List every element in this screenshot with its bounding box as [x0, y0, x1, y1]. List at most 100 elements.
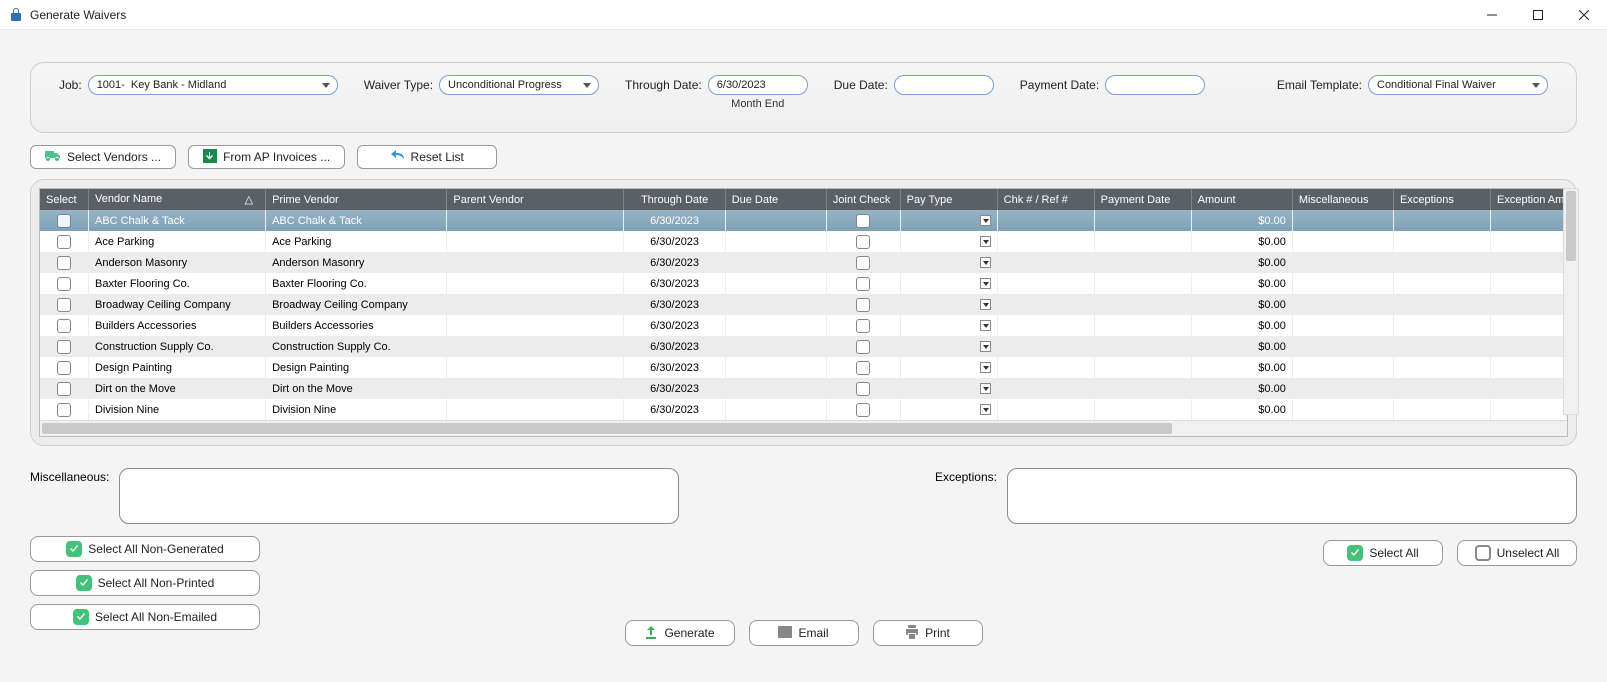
- cell-chk-ref: [997, 336, 1094, 357]
- due-date-input[interactable]: [894, 75, 994, 95]
- joint-check-checkbox[interactable]: [856, 214, 870, 228]
- payment-date-input[interactable]: [1105, 75, 1205, 95]
- joint-check-checkbox[interactable]: [856, 403, 870, 417]
- col-payment-date[interactable]: Payment Date: [1094, 189, 1191, 210]
- cell-payment-date: [1094, 357, 1191, 378]
- table-row[interactable]: Anderson MasonryAnderson Masonry6/30/202…: [40, 252, 1567, 273]
- cell-exception-am: [1491, 399, 1567, 420]
- cell-exceptions: [1394, 315, 1491, 336]
- printer-icon: [905, 625, 919, 642]
- row-select-checkbox[interactable]: [57, 319, 71, 333]
- joint-check-checkbox[interactable]: [856, 256, 870, 270]
- row-select-checkbox[interactable]: [57, 256, 71, 270]
- email-template-select[interactable]: [1368, 75, 1548, 95]
- minimize-button[interactable]: [1469, 0, 1515, 30]
- pay-type-dropdown[interactable]: [980, 236, 991, 247]
- cell-prime-vendor: Broadway Ceiling Company: [266, 294, 447, 315]
- joint-check-checkbox[interactable]: [856, 298, 870, 312]
- col-exception-am[interactable]: Exception Am: [1491, 189, 1567, 210]
- cell-parent-vendor: [447, 294, 624, 315]
- table-row[interactable]: Dirt on the MoveDirt on the Move6/30/202…: [40, 378, 1567, 399]
- joint-check-checkbox[interactable]: [856, 361, 870, 375]
- row-select-checkbox[interactable]: [57, 361, 71, 375]
- select-all-non-generated-button[interactable]: Select All Non-Generated: [30, 536, 260, 562]
- table-row[interactable]: Division NineDivision Nine6/30/2023$0.00: [40, 399, 1567, 420]
- select-all-non-printed-button[interactable]: Select All Non-Printed: [30, 570, 260, 596]
- joint-check-checkbox[interactable]: [856, 235, 870, 249]
- row-select-checkbox[interactable]: [57, 340, 71, 354]
- reset-list-button[interactable]: Reset List: [357, 145, 497, 169]
- vertical-scrollbar[interactable]: [1563, 188, 1579, 415]
- horizontal-scrollbar[interactable]: [40, 420, 1567, 436]
- truck-icon: [45, 149, 61, 166]
- row-select-checkbox[interactable]: [57, 235, 71, 249]
- row-select-checkbox[interactable]: [57, 298, 71, 312]
- generate-button[interactable]: Generate: [625, 620, 735, 646]
- grid[interactable]: Select Vendor Name△ Prime Vendor Parent …: [39, 188, 1568, 437]
- joint-check-checkbox[interactable]: [856, 382, 870, 396]
- pay-type-dropdown[interactable]: [980, 299, 991, 310]
- table-row[interactable]: Ace ParkingAce Parking6/30/2023$0.00: [40, 231, 1567, 252]
- cell-amount: $0.00: [1191, 252, 1292, 273]
- pay-type-dropdown[interactable]: [980, 257, 991, 268]
- table-row[interactable]: ABC Chalk & TackABC Chalk & Tack6/30/202…: [40, 210, 1567, 231]
- cell-parent-vendor: [447, 273, 624, 294]
- col-due-date[interactable]: Due Date: [725, 189, 826, 210]
- row-select-checkbox[interactable]: [57, 403, 71, 417]
- email-button[interactable]: Email: [749, 620, 859, 646]
- cell-due-date: [725, 378, 826, 399]
- grid-header-row[interactable]: Select Vendor Name△ Prime Vendor Parent …: [40, 189, 1567, 210]
- joint-check-checkbox[interactable]: [856, 277, 870, 291]
- col-miscellaneous[interactable]: Miscellaneous: [1292, 189, 1393, 210]
- cell-exceptions: [1394, 357, 1491, 378]
- col-through-date[interactable]: Through Date: [624, 189, 725, 210]
- table-row[interactable]: Builders AccessoriesBuilders Accessories…: [40, 315, 1567, 336]
- select-all-button[interactable]: Select All: [1323, 540, 1443, 566]
- misc-textarea[interactable]: [119, 468, 679, 524]
- pay-type-dropdown[interactable]: [980, 383, 991, 394]
- cell-through-date: 6/30/2023: [624, 210, 725, 231]
- table-row[interactable]: Construction Supply Co.Construction Supp…: [40, 336, 1567, 357]
- col-vendor-name[interactable]: Vendor Name△: [88, 189, 265, 210]
- maximize-button[interactable]: [1515, 0, 1561, 30]
- col-chk-ref[interactable]: Chk # / Ref #: [997, 189, 1094, 210]
- col-pay-type[interactable]: Pay Type: [900, 189, 997, 210]
- col-select[interactable]: Select: [40, 189, 88, 210]
- pay-type-dropdown[interactable]: [980, 278, 991, 289]
- cell-exception-am: [1491, 336, 1567, 357]
- table-row[interactable]: Broadway Ceiling CompanyBroadway Ceiling…: [40, 294, 1567, 315]
- table-row[interactable]: Baxter Flooring Co.Baxter Flooring Co.6/…: [40, 273, 1567, 294]
- row-select-checkbox[interactable]: [57, 277, 71, 291]
- job-label: Job:: [59, 75, 82, 92]
- due-date-group: Due Date:: [834, 75, 994, 95]
- col-prime-vendor[interactable]: Prime Vendor: [266, 189, 447, 210]
- close-button[interactable]: [1561, 0, 1607, 30]
- from-ap-invoices-button[interactable]: From AP Invoices ...: [188, 145, 345, 169]
- col-amount[interactable]: Amount: [1191, 189, 1292, 210]
- joint-check-checkbox[interactable]: [856, 319, 870, 333]
- col-parent-vendor[interactable]: Parent Vendor: [447, 189, 624, 210]
- select-all-non-emailed-button[interactable]: Select All Non-Emailed: [30, 604, 260, 630]
- row-select-checkbox[interactable]: [57, 214, 71, 228]
- pay-type-dropdown[interactable]: [980, 362, 991, 373]
- through-date-input[interactable]: [708, 75, 808, 95]
- waiver-type-select[interactable]: [439, 75, 599, 95]
- pay-type-dropdown[interactable]: [980, 341, 991, 352]
- job-select[interactable]: [88, 75, 338, 95]
- exceptions-textarea[interactable]: [1007, 468, 1577, 524]
- print-button[interactable]: Print: [873, 620, 983, 646]
- pay-type-dropdown[interactable]: [980, 215, 991, 226]
- job-group: Job:: [59, 75, 338, 95]
- col-joint-check[interactable]: Joint Check: [826, 189, 900, 210]
- select-vendors-button[interactable]: Select Vendors ...: [30, 145, 176, 169]
- col-exceptions[interactable]: Exceptions: [1394, 189, 1491, 210]
- table-row[interactable]: Design PaintingDesign Painting6/30/2023$…: [40, 357, 1567, 378]
- bottom-text-section: Miscellaneous: Exceptions:: [30, 468, 1577, 524]
- pay-type-dropdown[interactable]: [980, 404, 991, 415]
- cell-chk-ref: [997, 231, 1094, 252]
- cell-prime-vendor: Division Nine: [266, 399, 447, 420]
- joint-check-checkbox[interactable]: [856, 340, 870, 354]
- unselect-all-button[interactable]: Unselect All: [1457, 540, 1577, 566]
- pay-type-dropdown[interactable]: [980, 320, 991, 331]
- row-select-checkbox[interactable]: [57, 382, 71, 396]
